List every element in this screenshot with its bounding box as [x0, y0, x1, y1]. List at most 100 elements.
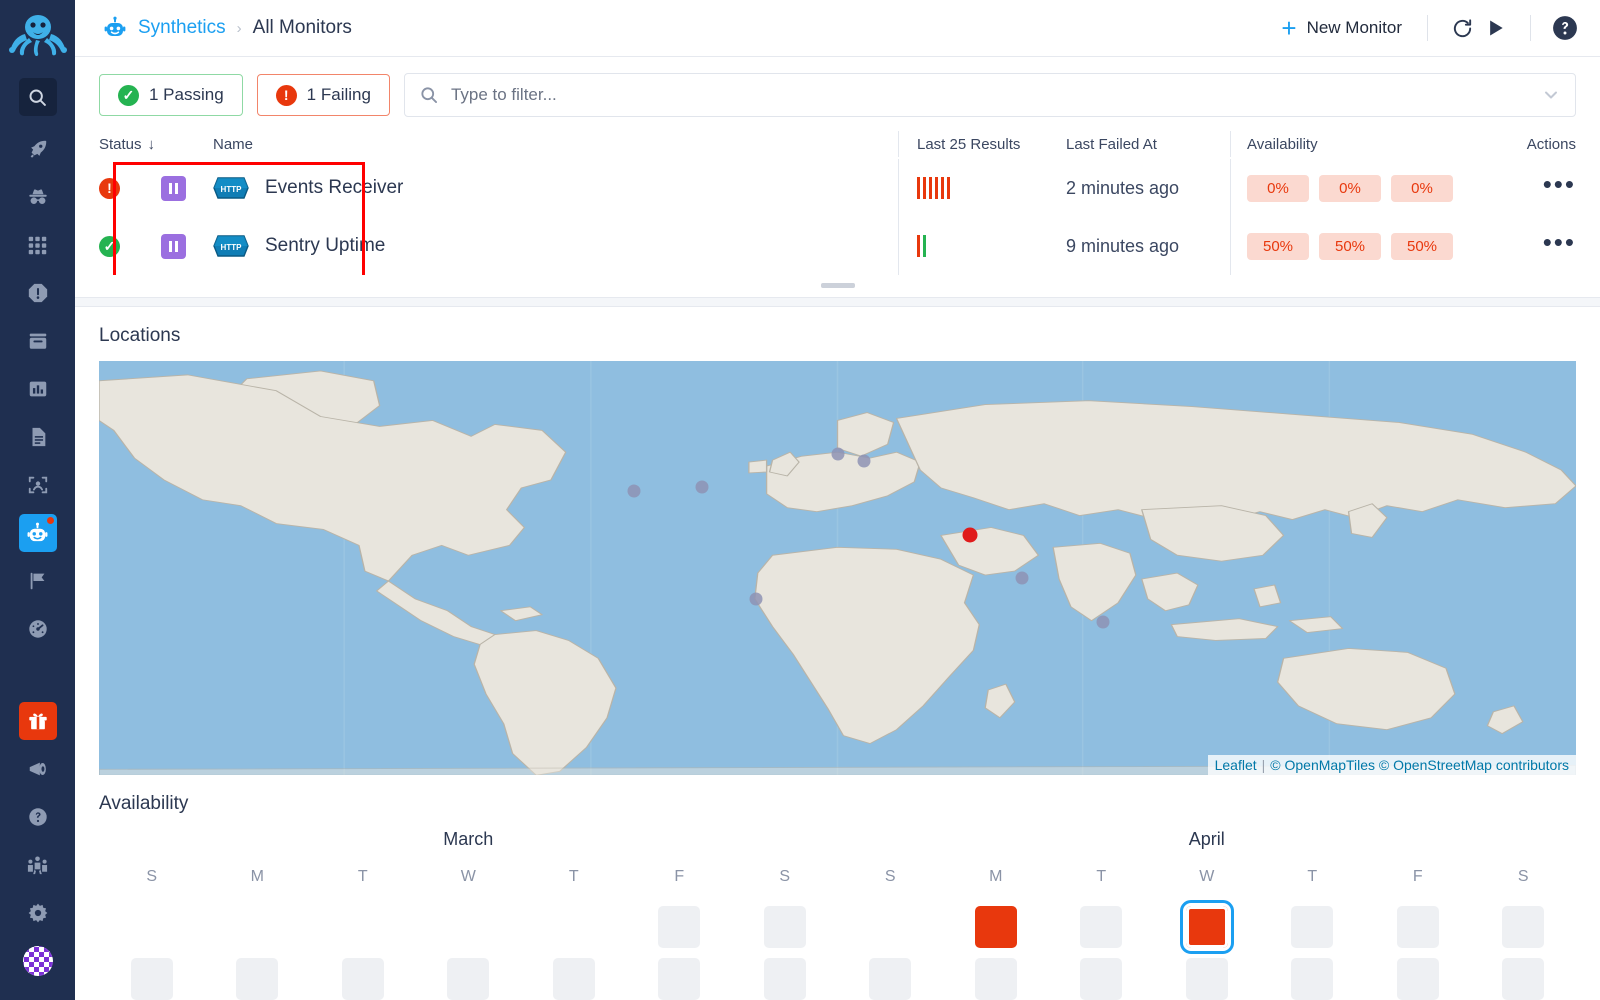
calendar-day[interactable]: [1291, 905, 1334, 948]
map-marker-singapore[interactable]: [1015, 571, 1029, 585]
leaflet-link[interactable]: Leaflet: [1215, 757, 1257, 773]
calendar-day[interactable]: [1396, 905, 1439, 948]
sidebar-item-apps[interactable]: [19, 226, 57, 264]
sidebar-item-incognito[interactable]: [19, 178, 57, 216]
monitor-name[interactable]: Events Receiver: [265, 177, 403, 199]
failing-filter-button[interactable]: ! 1 Failing: [256, 74, 390, 116]
sidebar-item-inbox[interactable]: [19, 322, 57, 360]
calendar-day[interactable]: [130, 957, 173, 1000]
refresh-button[interactable]: [1445, 11, 1479, 45]
column-header-name[interactable]: Name: [213, 136, 898, 153]
calendar-day[interactable]: [974, 905, 1017, 948]
last-failed-value: 2 minutes ago: [1066, 177, 1180, 198]
pause-icon[interactable]: [161, 233, 186, 259]
panel-separator: [75, 296, 1600, 307]
calendar-day: [131, 906, 173, 948]
sidebar-item-settings[interactable]: [19, 894, 57, 932]
sidebar-item-metrics[interactable]: [19, 370, 57, 408]
gift-icon: [28, 713, 47, 730]
openstreetmap-link[interactable]: © OpenStreetMap contributors: [1379, 757, 1569, 773]
chevron-down-icon[interactable]: [1541, 85, 1561, 105]
sidebar-item-announcements[interactable]: [19, 750, 57, 788]
calendar-day[interactable]: [658, 957, 701, 1000]
map-marker-us-east[interactable]: [695, 480, 709, 494]
cell-last25-results: [898, 159, 1066, 217]
megaphone-icon: [29, 762, 46, 776]
svg-text:HTTP: HTTP: [221, 243, 243, 252]
table-row[interactable]: ✓ HTTP Sentry Uptime 9 minutes ago 50% 50…: [99, 217, 1576, 275]
sidebar-item-search[interactable]: [18, 78, 57, 116]
gear-icon: [28, 903, 47, 923]
calendar-day[interactable]: [341, 957, 384, 1000]
calendar-day-of-week: W: [460, 867, 476, 885]
panel-resize-handle[interactable]: [75, 275, 1600, 297]
calendar-day[interactable]: [974, 957, 1017, 1000]
sidebar-item-rum[interactable]: [19, 466, 57, 504]
calendar-day[interactable]: [1185, 957, 1228, 1000]
run-button[interactable]: [1479, 11, 1513, 45]
breadcrumb-synthetics-link[interactable]: Synthetics: [138, 17, 226, 39]
new-monitor-button[interactable]: + New Monitor: [1273, 12, 1410, 44]
calendar-day[interactable]: [1080, 957, 1123, 1000]
cell-last-failed-at: 9 minutes ago: [1066, 236, 1230, 257]
pause-icon[interactable]: [161, 175, 186, 201]
calendar-day[interactable]: [658, 905, 701, 948]
calendar-day[interactable]: [552, 957, 595, 1000]
cell-last-failed-at: 2 minutes ago: [1066, 178, 1230, 199]
map-marker-australia[interactable]: [1096, 615, 1110, 629]
map-marker-us-west[interactable]: [627, 484, 641, 498]
calendar-day[interactable]: [869, 957, 912, 1000]
availability-chip: 0%: [1391, 174, 1453, 202]
calendar-day[interactable]: [1080, 905, 1123, 948]
column-header-actions: Actions: [1526, 135, 1576, 153]
help-button[interactable]: [1548, 11, 1582, 45]
monitor-name[interactable]: Sentry Uptime: [265, 235, 385, 257]
map-marker-india[interactable]: [962, 527, 978, 543]
ellipsis-icon[interactable]: •••: [1543, 169, 1576, 199]
sidebar-item-flags[interactable]: [19, 562, 57, 600]
openmaptiles-link[interactable]: © OpenMapTiles: [1270, 757, 1375, 773]
sidebar-item-dashboards[interactable]: [19, 610, 57, 648]
calendar-day[interactable]: [763, 905, 806, 948]
calendar-day[interactable]: [1291, 957, 1334, 1000]
octopus-logo[interactable]: [7, 10, 69, 58]
calendar-day[interactable]: [1502, 957, 1545, 1000]
sidebar-item-team[interactable]: [19, 846, 57, 884]
passing-filter-button[interactable]: ✓ 1 Passing: [99, 74, 243, 116]
locations-map[interactable]: Leaflet | © OpenMapTiles © OpenStreetMap c…: [99, 360, 1576, 775]
document-icon: [32, 427, 45, 447]
calendar-day-of-week: S: [146, 867, 158, 885]
sidebar-item-alerts[interactable]: [19, 274, 57, 312]
calendar-day: [236, 906, 278, 948]
calendar-day: [869, 906, 911, 948]
table-row[interactable]: ! HTTP Events Receiver 2 minutes ago 0% 0…: [99, 159, 1576, 217]
ellipsis-icon[interactable]: •••: [1543, 227, 1576, 257]
calendar-day-of-week: T: [357, 867, 368, 885]
filter-search-input[interactable]: [450, 85, 1529, 105]
sidebar-item-whats-new[interactable]: [18, 702, 57, 740]
calendar-day[interactable]: [1396, 957, 1439, 1000]
calendar-day[interactable]: [236, 957, 279, 1000]
robot-icon: [27, 522, 48, 541]
map-marker-london[interactable]: [857, 454, 871, 468]
calendar-day[interactable]: [447, 957, 490, 1000]
map-marker-ireland[interactable]: [831, 447, 844, 461]
rocket-icon: [30, 140, 46, 158]
calendar-day[interactable]: [1179, 899, 1234, 954]
sidebar-item-synthetics[interactable]: [18, 514, 57, 552]
map-marker-south-america[interactable]: [749, 592, 763, 606]
calendar-day[interactable]: [1502, 905, 1545, 948]
result-bars: [917, 177, 950, 199]
sidebar-item-logs[interactable]: [19, 418, 57, 456]
calendar-day[interactable]: [763, 957, 806, 1000]
locations-title: Locations: [99, 324, 181, 346]
column-header-status[interactable]: Status ↓: [99, 136, 161, 153]
sidebar-item-apm[interactable]: [19, 130, 57, 168]
sidebar-item-help[interactable]: [19, 798, 57, 836]
sidebar-item-user-avatar[interactable]: [19, 942, 57, 980]
result-bars: [917, 235, 926, 257]
calendar-day: [342, 906, 384, 948]
column-header-last-failed[interactable]: Last Failed At: [1066, 136, 1230, 153]
face-scan-icon: [28, 476, 47, 494]
filter-search-box[interactable]: [403, 73, 1576, 117]
